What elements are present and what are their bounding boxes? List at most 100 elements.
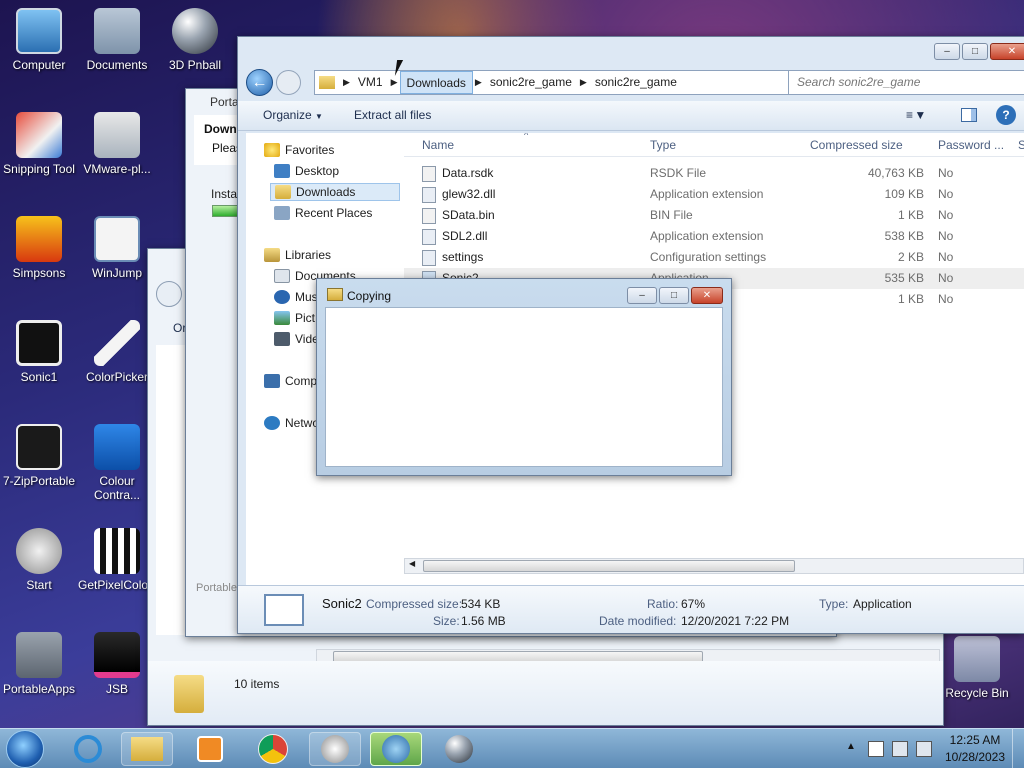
- nav-favorites[interactable]: Favorites: [264, 143, 334, 157]
- back-status-bar: 10 items: [148, 661, 943, 725]
- music-icon: [274, 290, 290, 304]
- file-icon: [422, 229, 436, 245]
- column-size[interactable]: S: [1018, 138, 1024, 152]
- recycle-bin-icon: [954, 636, 1000, 682]
- column-compressed-size[interactable]: Compressed size: [810, 138, 903, 152]
- show-desktop-button[interactable]: [1012, 729, 1024, 768]
- table-row[interactable]: Data.rsdk RSDK File 40,763 KB No: [404, 163, 1024, 184]
- desktop-icon-recycle-bin[interactable]: Recycle Bin: [938, 636, 1016, 700]
- chevron-right-icon[interactable]: ▶: [473, 77, 484, 88]
- show-hidden-icons[interactable]: ▲: [846, 741, 856, 752]
- breadcrumb-downloads[interactable]: Downloads: [399, 71, 473, 94]
- search-input[interactable]: Search sonic2re_game: [788, 70, 1024, 95]
- organize-label: Organize: [263, 108, 312, 122]
- desktop-icon-computer[interactable]: Computer: [0, 8, 78, 72]
- clock-time[interactable]: 12:25 AM: [944, 733, 1006, 747]
- preview-pane-icon[interactable]: [961, 108, 977, 122]
- file-icon: [422, 208, 436, 224]
- contrast-icon: [94, 424, 140, 470]
- breadcrumb-sonic2re-game-current[interactable]: sonic2re_game: [589, 71, 683, 94]
- clock-date[interactable]: 10/28/2023: [940, 750, 1010, 764]
- network-status-icon[interactable]: [892, 741, 908, 757]
- chevron-right-icon[interactable]: ▶: [578, 77, 589, 88]
- taskbar-installer-active[interactable]: [370, 732, 422, 766]
- desktop-icon-winjump[interactable]: WinJump: [78, 216, 156, 280]
- file-type: Configuration settings: [650, 250, 767, 264]
- back-button[interactable]: ←: [246, 69, 273, 96]
- taskbar-internet-explorer[interactable]: [62, 732, 114, 766]
- desktop-icon-portableapps[interactable]: PortableApps: [0, 632, 78, 696]
- file-password: No: [938, 166, 954, 180]
- file-type: RSDK File: [650, 166, 707, 180]
- close-button[interactable]: ✕: [990, 43, 1024, 60]
- table-row[interactable]: glew32.dll Application extension 109 KB No: [404, 184, 1024, 205]
- desktop-icon-3d-pinball[interactable]: 3D Pnball: [156, 8, 234, 72]
- breadcrumb-vm1[interactable]: VM1: [352, 71, 389, 94]
- organize-button[interactable]: Organize ▼: [263, 108, 323, 122]
- desktop-icon-documents[interactable]: Documents: [78, 8, 156, 72]
- nav-libraries[interactable]: Libraries: [264, 248, 331, 262]
- desktop-icon-colorpicker[interactable]: ColorPicker: [78, 320, 156, 384]
- taskbar-media-player[interactable]: [184, 732, 236, 766]
- horizontal-scrollbar[interactable]: ◀: [404, 558, 1024, 574]
- taskbar-pinball[interactable]: [433, 732, 485, 766]
- file-compressed-size: 109 KB: [884, 187, 924, 201]
- table-row[interactable]: SData.bin BIN File 1 KB No: [404, 205, 1024, 226]
- scroll-thumb[interactable]: [423, 560, 795, 572]
- start-button[interactable]: [6, 730, 44, 768]
- chevron-right-icon[interactable]: ▶: [341, 77, 352, 88]
- volume-muted-icon[interactable]: [916, 741, 932, 757]
- file-password: No: [938, 292, 954, 306]
- nav-videos[interactable]: Vide: [274, 332, 319, 346]
- action-center-icon[interactable]: [868, 741, 884, 757]
- nav-label: Recent Places: [295, 206, 373, 220]
- desktop-icon-jsb[interactable]: JSB: [78, 632, 156, 696]
- maximize-button[interactable]: □: [962, 43, 988, 60]
- column-type[interactable]: Type: [650, 138, 676, 152]
- nav-desktop[interactable]: Desktop: [274, 164, 339, 178]
- table-row[interactable]: SDL2.dll Application extension 538 KB No: [404, 226, 1024, 247]
- table-row[interactable]: settings Configuration settings 2 KB No: [404, 247, 1024, 268]
- file-icon: [422, 187, 436, 203]
- column-name[interactable]: Name: [422, 138, 454, 152]
- column-password[interactable]: Password ...: [938, 138, 1004, 152]
- copying-dialog[interactable]: Copying – □ ✕: [316, 278, 732, 476]
- nav-pictures[interactable]: Pict: [274, 311, 315, 325]
- folder-icon: [94, 8, 140, 54]
- forward-button[interactable]: [276, 70, 301, 95]
- extract-all-button[interactable]: Extract all files: [354, 108, 431, 122]
- desktop-icon-simpsons[interactable]: Simpsons: [0, 216, 78, 280]
- desktop-icon-snipping-tool[interactable]: Snipping Tool: [0, 112, 78, 176]
- nav-downloads[interactable]: Downloads: [270, 183, 400, 201]
- help-icon[interactable]: ?: [996, 105, 1016, 125]
- recent-places-icon: [274, 206, 290, 220]
- simpsons-icon: [16, 216, 62, 262]
- minimize-button[interactable]: –: [934, 43, 960, 60]
- taskbar-file-explorer[interactable]: [121, 732, 173, 766]
- back-nav-button[interactable]: [156, 281, 182, 307]
- view-options-icon[interactable]: ≡ ▼: [906, 108, 926, 122]
- taskbar-chrome[interactable]: [247, 732, 299, 766]
- nav-recent-places[interactable]: Recent Places: [274, 206, 372, 220]
- desktop-icon-label: VMware-pl...: [83, 162, 151, 176]
- details-pane: Sonic2 Compressed size: 534 KB Size: 1.5…: [238, 585, 1024, 633]
- desktop-icon-sonic1[interactable]: Sonic1: [0, 320, 78, 384]
- desktop-icon-7zip[interactable]: 7-ZipPortable: [0, 424, 78, 488]
- nav-computer[interactable]: Comp: [264, 374, 317, 388]
- desktop-icon-vmware[interactable]: VMware-pl...: [78, 112, 156, 176]
- file-compressed-size: 2 KB: [897, 250, 924, 264]
- desktop-icon-colour-contrast[interactable]: Colour Contra...: [78, 424, 156, 502]
- desktop-icon-start[interactable]: Start: [0, 528, 78, 592]
- scroll-left-icon[interactable]: ◀: [409, 559, 415, 568]
- nav-network[interactable]: Netwo: [264, 416, 319, 430]
- dialog-close-button[interactable]: ✕: [691, 287, 723, 304]
- desktop-icon-getpixelcolor[interactable]: GetPixelColo...: [78, 528, 158, 592]
- breadcrumb-sonic2re-game[interactable]: sonic2re_game: [484, 71, 578, 94]
- dialog-maximize-button[interactable]: □: [659, 287, 689, 304]
- taskbar-start-app[interactable]: [309, 732, 361, 766]
- file-password: No: [938, 271, 954, 285]
- chevron-right-icon[interactable]: ▶: [389, 77, 400, 88]
- dialog-minimize-button[interactable]: –: [627, 287, 657, 304]
- desktop-icon-label: Simpsons: [12, 266, 66, 280]
- portableapps-icon: [16, 632, 62, 678]
